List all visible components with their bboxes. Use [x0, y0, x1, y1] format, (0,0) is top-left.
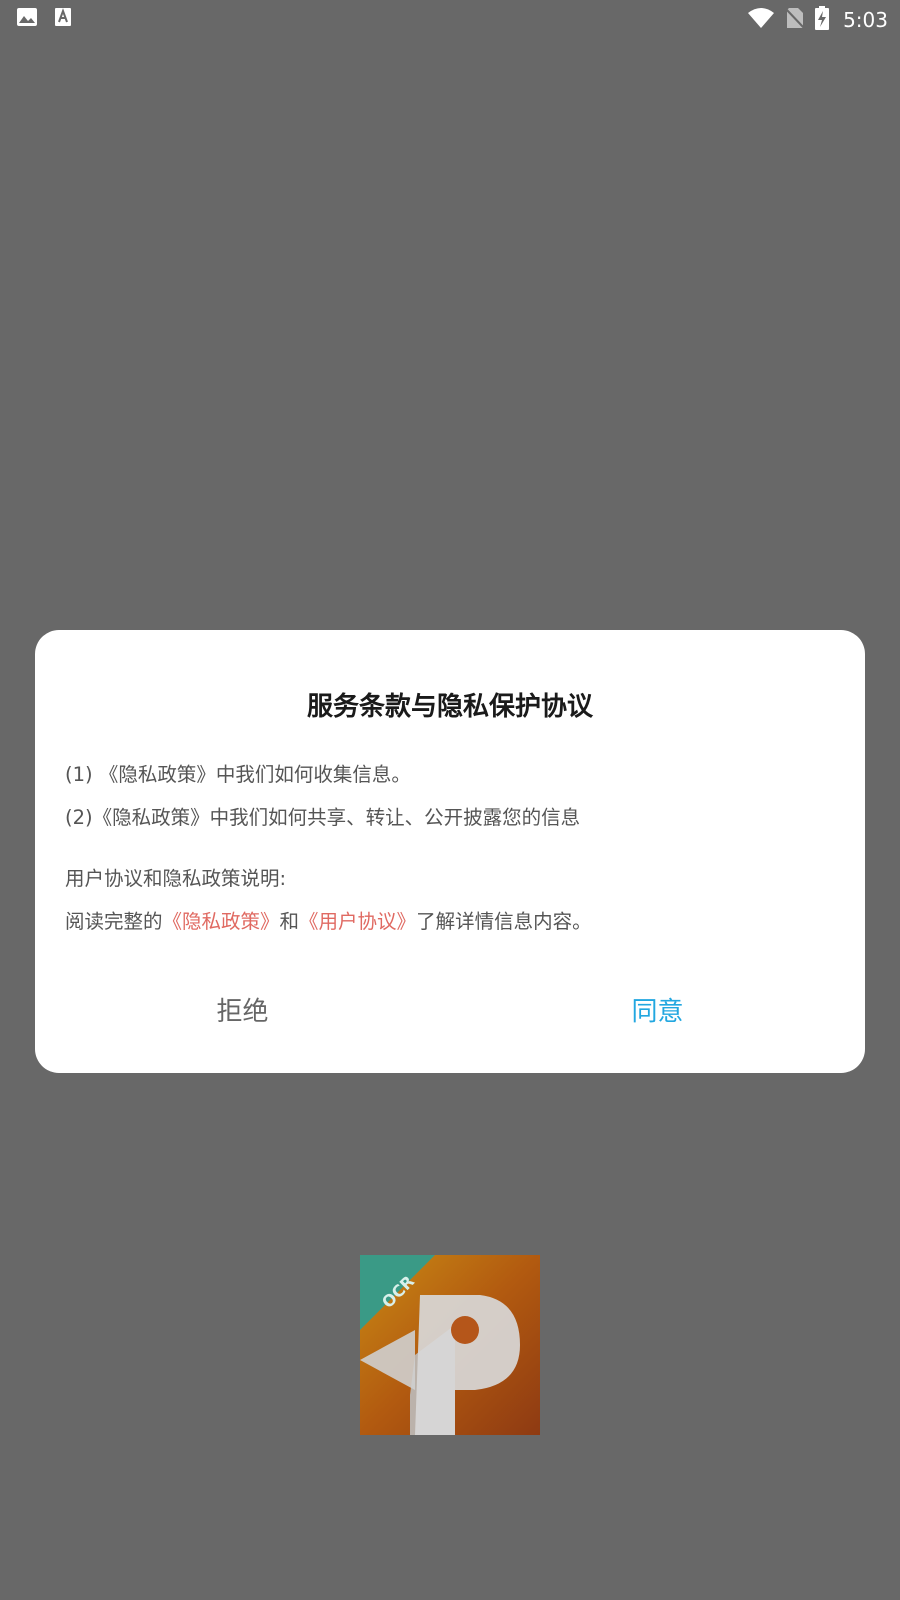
status-left	[16, 7, 72, 31]
status-time: 5:03	[843, 8, 888, 32]
screen: 5:03 服务条款与隐私保护协议 (1) 《隐私政策》中我们如何收集信息。 (2…	[0, 0, 900, 1600]
user-agreement-link[interactable]: 《用户协议》	[299, 910, 416, 933]
privacy-policy-link[interactable]: 《隐私政策》	[163, 910, 280, 933]
agreement-note-line: 用户协议和隐私政策说明:	[65, 867, 287, 890]
font-icon	[54, 7, 72, 31]
read-full-suffix: 了解详情信息内容。	[416, 910, 592, 933]
read-full-line: 阅读完整的《隐私政策》和《用户协议》了解详情信息内容。	[65, 900, 835, 943]
battery-charging-icon	[815, 6, 830, 34]
no-sim-icon	[785, 7, 805, 33]
dialog-body: (1) 《隐私政策》中我们如何收集信息。 (2)《隐私政策》中我们如何共享、转让…	[65, 753, 835, 943]
reject-button[interactable]: 拒绝	[35, 975, 450, 1049]
privacy-dialog: 服务条款与隐私保护协议 (1) 《隐私政策》中我们如何收集信息。 (2)《隐私政…	[35, 630, 865, 1073]
share-info-line: (2)《隐私政策》中我们如何共享、转让、公开披露您的信息	[65, 806, 581, 829]
app-logo: OCR	[360, 1255, 540, 1435]
status-right: 5:03	[747, 6, 888, 34]
status-bar: 5:03	[0, 0, 900, 36]
dialog-title: 服务条款与隐私保护协议	[306, 692, 593, 722]
image-icon	[16, 7, 38, 31]
collect-info-line: (1) 《隐私政策》中我们如何收集信息。	[65, 763, 411, 786]
read-full-prefix: 阅读完整的	[65, 910, 163, 933]
dialog-actions: 拒绝 同意	[35, 975, 865, 1049]
agree-button[interactable]: 同意	[450, 975, 865, 1049]
read-full-and: 和	[279, 910, 300, 933]
wifi-icon	[747, 7, 775, 33]
